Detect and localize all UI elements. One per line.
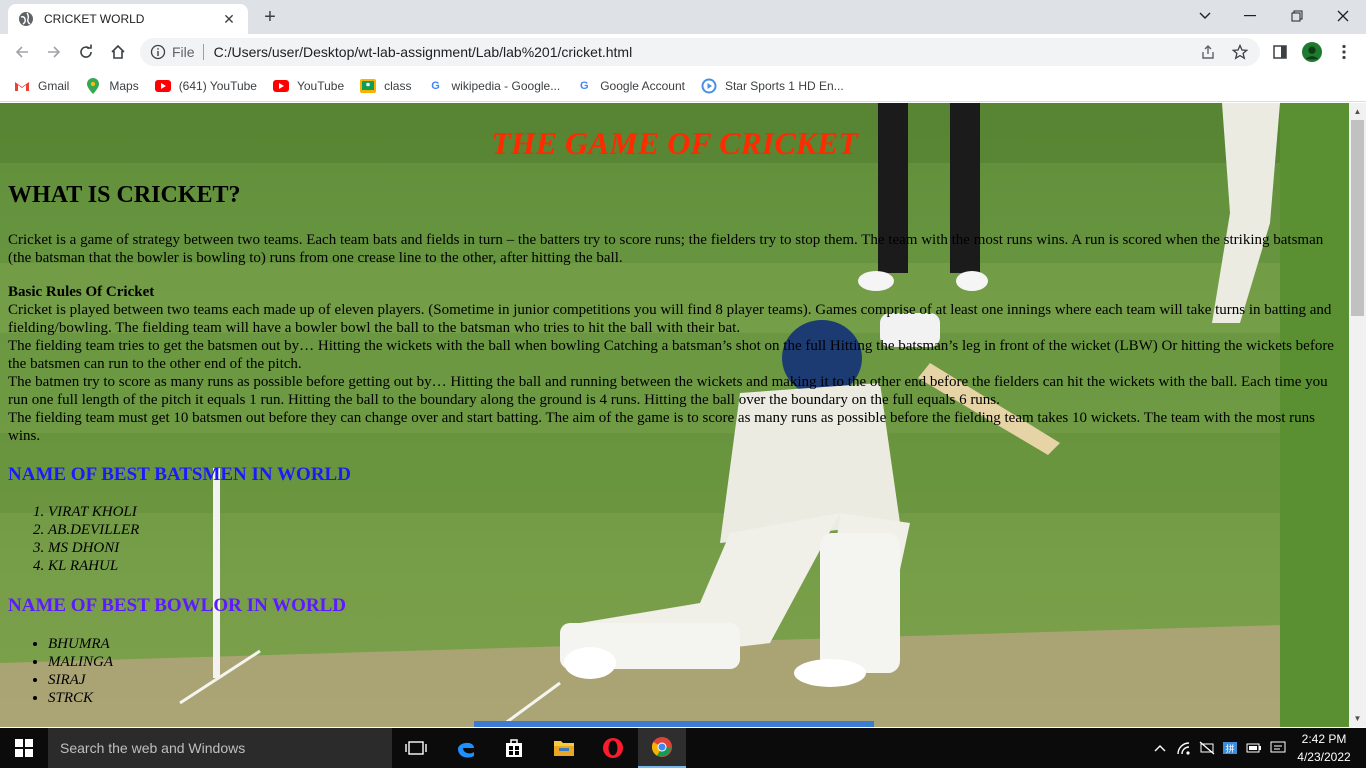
bookmark-label: Gmail: [38, 78, 70, 93]
profile-avatar[interactable]: [1302, 42, 1322, 62]
rules-paragraph: The batmen try to score as many runs as …: [8, 374, 1328, 408]
list-item: VIRAT KHOLI: [48, 503, 139, 521]
list-item: STRCK: [48, 689, 113, 707]
store-icon[interactable]: [490, 728, 538, 768]
maps-icon: [85, 77, 101, 94]
bookmark-wikipedia[interactable]: G wikipedia - Google...: [427, 78, 560, 94]
google-icon: G: [431, 79, 440, 92]
reload-button[interactable]: [76, 42, 96, 62]
taskbar-search-box[interactable]: Search the web and Windows: [48, 728, 392, 768]
minimize-button[interactable]: [1240, 6, 1260, 26]
rules-title: Basic Rules Of Cricket: [8, 284, 155, 300]
windows-logo-icon: [15, 739, 33, 757]
scheme-label: File: [172, 44, 195, 60]
intro-paragraph: Cricket is a game of strategy between tw…: [8, 232, 1324, 266]
task-view-icon[interactable]: [392, 728, 440, 768]
bookmark-label: YouTube: [296, 78, 345, 93]
side-panel-icon[interactable]: [1270, 42, 1290, 62]
battery-icon[interactable]: [1246, 740, 1262, 756]
restore-button[interactable]: [1287, 6, 1307, 26]
play-icon: [701, 78, 717, 94]
close-window-button[interactable]: [1333, 6, 1353, 26]
google-icon: G: [579, 79, 589, 92]
list-item: MS DHONI: [48, 539, 139, 557]
file-explorer-icon[interactable]: [540, 728, 588, 768]
bookmark-star-sports[interactable]: Star Sports 1 HD En...: [701, 78, 844, 94]
rules-paragraph: The fielding team must get 10 batsmen ou…: [8, 410, 1315, 444]
action-center-icon[interactable]: [1270, 740, 1286, 756]
classroom-icon: [360, 78, 377, 94]
rules-paragraph: Cricket is played between two teams each…: [8, 302, 1332, 336]
bookmarks-bar: Gmail Maps (641) YouTube YouTube class G…: [0, 70, 1366, 102]
scroll-down-icon[interactable]: ▼: [1349, 710, 1366, 727]
omnibox-divider: [202, 44, 204, 60]
page-viewport: THE GAME OF CRICKET WHAT IS CRICKET? Cri…: [0, 103, 1349, 727]
bookmark-label: (641) YouTube: [178, 78, 257, 93]
bookmark-label: wikipedia - Google...: [451, 78, 561, 93]
share-icon[interactable]: [1198, 42, 1218, 62]
batsmen-heading: NAME OF BEST BATSMEN IN WORLD: [8, 464, 351, 485]
new-tab-button[interactable]: +: [258, 6, 282, 28]
network-offline-icon[interactable]: [1199, 740, 1215, 756]
home-button[interactable]: [108, 42, 128, 62]
rules-paragraph: The fielding team tries to get the batsm…: [8, 338, 1334, 372]
tab-search-icon[interactable]: [1195, 6, 1215, 26]
chevron-up-icon[interactable]: [1152, 740, 1168, 756]
globe-icon: [18, 11, 34, 27]
close-tab-icon[interactable]: ✕: [220, 11, 238, 28]
vertical-scrollbar[interactable]: ▲ ▼: [1349, 103, 1366, 727]
browser-toolbar: File C:/Users/user/Desktop/wt-lab-assign…: [0, 34, 1366, 70]
page-content: THE GAME OF CRICKET WHAT IS CRICKET? Cri…: [0, 103, 1349, 727]
bowlers-list: BHUMRA MALINGA SIRAJ STRCK: [48, 635, 113, 707]
address-bar[interactable]: File C:/Users/user/Desktop/wt-lab-assign…: [140, 38, 1260, 66]
youtube-icon: [272, 78, 289, 94]
list-item: BHUMRA: [48, 635, 113, 653]
search-placeholder: Search the web and Windows: [60, 740, 246, 756]
keyboard-icon[interactable]: 拼: [1222, 740, 1238, 756]
list-item: AB.DEVILLER: [48, 521, 139, 539]
opera-icon[interactable]: [589, 728, 637, 768]
bookmark-label: class: [384, 78, 412, 93]
tab-cricket-world[interactable]: CRICKET WORLD ✕: [8, 4, 248, 34]
bookmark-youtube-641[interactable]: (641) YouTube: [154, 78, 257, 94]
bookmark-gmail[interactable]: Gmail: [14, 78, 69, 94]
bookmark-label: Star Sports 1 HD En...: [724, 78, 844, 93]
start-button[interactable]: [0, 728, 48, 768]
wifi-icon[interactable]: [1176, 740, 1192, 756]
scroll-up-icon[interactable]: ▲: [1349, 103, 1366, 120]
bookmark-label: Maps: [109, 78, 139, 93]
bookmark-star-icon[interactable]: [1230, 42, 1250, 62]
page-title: THE GAME OF CRICKET: [491, 125, 858, 161]
bowlers-heading: NAME OF BEST BOWLOR IN WORLD: [8, 595, 347, 616]
list-item: KL RAHUL: [48, 557, 139, 575]
site-info-icon[interactable]: [150, 44, 166, 60]
bookmark-label: Google Account: [600, 78, 685, 93]
tab-title: CRICKET WORLD: [44, 12, 145, 26]
clock-time: 2:42 PM: [1301, 732, 1347, 746]
list-item: MALINGA: [48, 653, 113, 671]
bookmark-class[interactable]: class: [360, 78, 411, 94]
menu-dots-icon[interactable]: [1334, 42, 1354, 62]
gmail-icon: [14, 78, 30, 94]
bookmark-youtube[interactable]: YouTube: [272, 78, 345, 94]
edge-icon[interactable]: [442, 728, 490, 768]
url-text[interactable]: C:/Users/user/Desktop/wt-lab-assignment/…: [214, 44, 633, 60]
back-button[interactable]: [12, 42, 32, 62]
windows-taskbar: Search the web and Windows 拼 2:42 PM 4/2…: [0, 728, 1366, 768]
forward-button[interactable]: [44, 42, 64, 62]
bookmark-maps[interactable]: Maps: [85, 77, 139, 94]
rules-section: Basic Rules Of Cricket Cricket is played…: [8, 283, 1340, 445]
batsmen-list: VIRAT KHOLI AB.DEVILLER MS DHONI KL RAHU…: [48, 503, 139, 575]
svg-text:拼: 拼: [1225, 743, 1234, 754]
scrollbar-thumb[interactable]: [1351, 120, 1364, 316]
taskbar-clock[interactable]: 2:42 PM 4/23/2022: [1296, 730, 1352, 766]
youtube-icon: [154, 78, 171, 94]
clock-date: 4/23/2022: [1297, 750, 1351, 764]
heading-what-is-cricket: WHAT IS CRICKET?: [8, 182, 241, 208]
chrome-icon[interactable]: [638, 728, 686, 768]
list-item: SIRAJ: [48, 671, 113, 689]
tab-strip: CRICKET WORLD ✕ +: [0, 0, 1366, 34]
bookmark-google-account[interactable]: G Google Account: [576, 78, 685, 94]
